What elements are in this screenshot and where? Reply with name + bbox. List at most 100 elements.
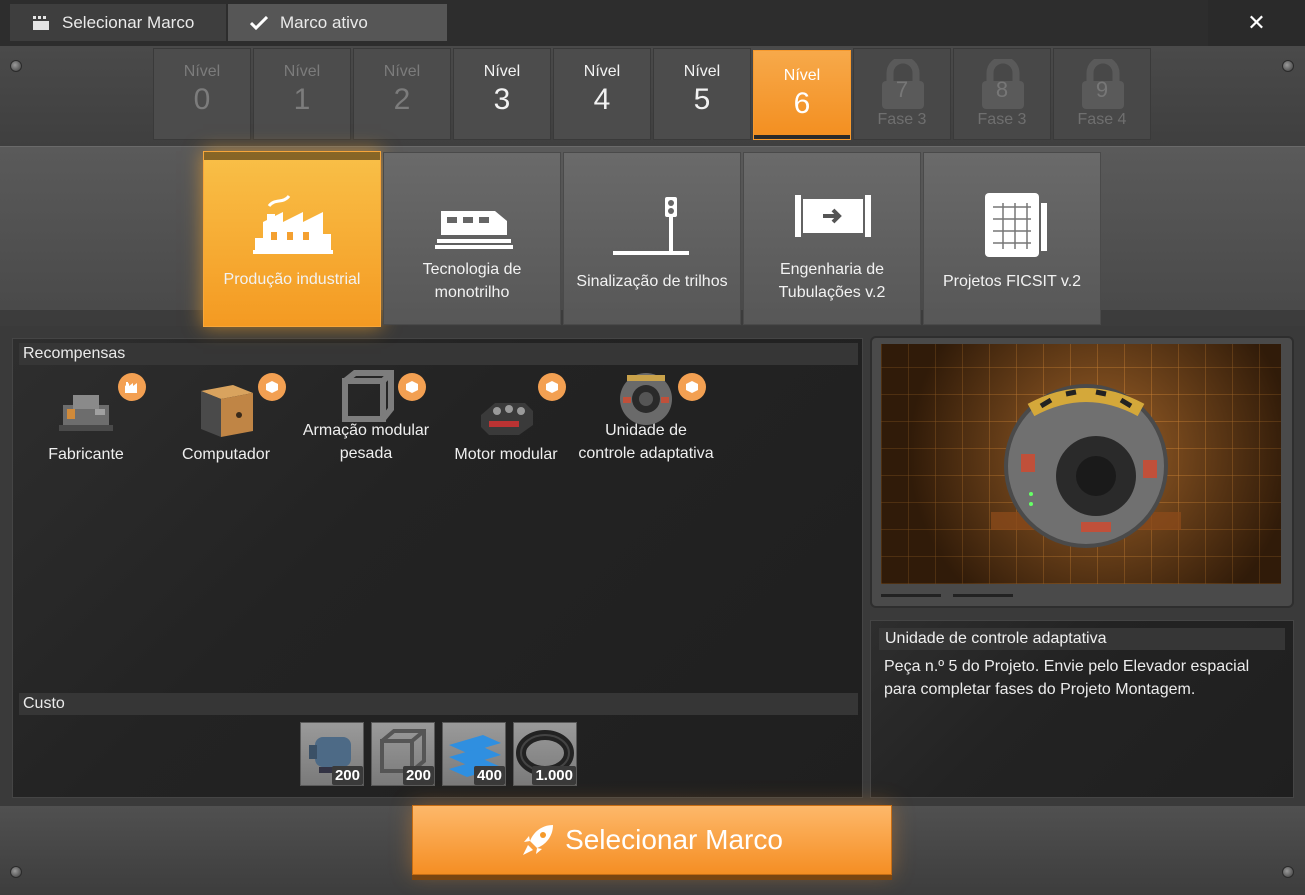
tier-number: 7 — [895, 77, 909, 102]
tab-active-milestone[interactable]: Marco ativo — [228, 4, 447, 41]
tier-label: Nível — [383, 63, 421, 80]
reward-adaptive-control-unit[interactable]: Unidade de controle adaptativa — [576, 373, 716, 465]
rivet-decoration — [1282, 60, 1294, 72]
milestone-ficsit-blueprints[interactable]: Projetos FICSIT v.2 — [923, 152, 1101, 325]
reward-name: Computador — [181, 446, 271, 463]
tier-label: Nível — [183, 63, 221, 80]
item-title: Unidade de controle adaptativa — [879, 628, 1285, 650]
adaptive-control-unit-thumbnail — [615, 367, 677, 429]
rocket-icon — [523, 825, 554, 855]
railway-signal-icon — [613, 197, 689, 255]
milestone-list: Produção industrial Tecnologia de monotr… — [0, 146, 1305, 327]
cost-quantity: 200 — [331, 766, 363, 785]
tier-label: Nível — [683, 63, 721, 80]
select-milestone-label: Selecionar Marco — [565, 824, 783, 855]
tier-selector: Nível 0 Nível 1 Nível 2 Nível 3 Nível 4 … — [0, 46, 1305, 146]
milestone-pipeline-engineering[interactable]: Engenharia de Tubulações v.2 — [743, 152, 921, 325]
tab-label: Marco ativo — [280, 12, 368, 32]
tier-9-locked[interactable]: 9 Fase 4 — [1053, 48, 1151, 140]
item-preview-frame — [870, 336, 1294, 608]
tier-2[interactable]: Nível 2 — [353, 48, 451, 140]
tier-phase: Fase 4 — [1077, 111, 1127, 128]
tier-number: 0 — [193, 83, 211, 116]
tier-number: 6 — [793, 87, 811, 120]
rivet-decoration — [10, 60, 22, 72]
modular-engine-thumbnail — [475, 379, 537, 441]
computer-thumbnail — [195, 379, 257, 441]
item-description-panel: Unidade de controle adaptativa Peça n.º … — [870, 620, 1294, 798]
top-bar: Selecionar Marco Marco ativo ✕ — [0, 0, 1305, 46]
rivet-decoration — [10, 866, 22, 878]
tab-select-milestone[interactable]: Selecionar Marco — [10, 4, 226, 41]
close-button[interactable]: ✕ — [1208, 0, 1305, 46]
tier-number: 3 — [493, 83, 511, 116]
reward-manufacturer[interactable]: Fabricante — [16, 373, 156, 466]
tier-label: Nível — [583, 63, 621, 80]
tier-number: 5 — [693, 83, 711, 116]
reward-name: Fabricante — [48, 446, 124, 463]
milestone-label: Projetos FICSIT v.2 — [942, 273, 1082, 290]
milestone-label: Engenharia de Tubulações v.2 — [778, 261, 886, 301]
tier-1[interactable]: Nível 1 — [253, 48, 351, 140]
blueprint-icon — [985, 193, 1047, 257]
pipeline-icon — [795, 195, 871, 237]
milestone-label: Tecnologia de monotrilho — [422, 261, 522, 301]
cost-quantity: 200 — [402, 766, 434, 785]
milestone-label: Sinalização de trilhos — [576, 273, 728, 290]
cost-item-frame[interactable]: 200 — [371, 722, 435, 786]
tier-8-locked[interactable]: 8 Fase 3 — [953, 48, 1051, 140]
cost-item-plates[interactable]: 400 — [442, 722, 506, 786]
tier-5[interactable]: Nível 5 — [653, 48, 751, 140]
tier-number: 1 — [293, 83, 311, 116]
rivet-decoration — [1282, 866, 1294, 878]
cost-quantity: 400 — [473, 766, 505, 785]
tier-number: 2 — [393, 83, 411, 116]
cube-badge-icon — [398, 373, 426, 401]
tier-number: 8 — [995, 77, 1009, 102]
preview-slot-indicator — [953, 594, 1013, 597]
tier-0[interactable]: Nível 0 — [153, 48, 251, 140]
reward-heavy-modular-frame[interactable]: Armação modular pesada — [296, 370, 436, 465]
factory-badge-icon — [118, 373, 146, 401]
rewards-panel: Recompensas Fabricante Computador Armaçã… — [12, 338, 863, 798]
item-preview[interactable] — [881, 344, 1281, 584]
item-description: Peça n.º 5 do Projeto. Envie pelo Elevad… — [884, 658, 1250, 698]
tab-label: Selecionar Marco — [62, 12, 195, 32]
checkmark-icon — [250, 14, 268, 32]
tier-3[interactable]: Nível 3 — [453, 48, 551, 140]
close-icon: ✕ — [1247, 10, 1266, 35]
tier-phase: Fase 3 — [977, 111, 1027, 128]
tier-7-locked[interactable]: 7 Fase 3 — [853, 48, 951, 140]
milestone-label: Produção industrial — [223, 271, 361, 288]
manufacturer-thumbnail — [55, 379, 117, 441]
cost-quantity: 1.000 — [532, 766, 576, 785]
cost-item-cable[interactable]: 1.000 — [513, 722, 577, 786]
reward-modular-engine[interactable]: Motor modular — [436, 373, 576, 466]
heavy-modular-frame-thumbnail — [335, 367, 397, 429]
tier-label: Nível — [483, 63, 521, 80]
reward-name: Motor modular — [454, 446, 558, 463]
cube-badge-icon — [678, 373, 706, 401]
factory-icon — [253, 194, 333, 254]
milestone-industrial-production[interactable]: Produção industrial — [203, 151, 381, 327]
tier-label: Nível — [783, 67, 821, 84]
rewards-header: Recompensas — [19, 343, 858, 365]
adaptive-control-unit-render — [991, 384, 1181, 548]
grid-icon — [32, 14, 50, 32]
tier-phase: Fase 3 — [877, 111, 927, 128]
train-icon — [435, 211, 513, 249]
tier-label: Nível — [283, 63, 321, 80]
reward-computer[interactable]: Computador — [156, 373, 296, 466]
cube-badge-icon — [538, 373, 566, 401]
cube-badge-icon — [258, 373, 286, 401]
milestone-rail-signaling[interactable]: Sinalização de trilhos — [563, 152, 741, 325]
tier-number: 9 — [1095, 77, 1109, 102]
tier-number: 4 — [593, 83, 611, 116]
preview-slot-indicator — [881, 594, 941, 597]
select-milestone-button[interactable]: Selecionar Marco — [412, 805, 892, 875]
tier-4[interactable]: Nível 4 — [553, 48, 651, 140]
cost-item-motor[interactable]: 200 — [300, 722, 364, 786]
cost-header: Custo — [19, 693, 858, 715]
milestone-monorail-technology[interactable]: Tecnologia de monotrilho — [383, 152, 561, 325]
tier-6[interactable]: Nível 6 — [753, 50, 851, 140]
